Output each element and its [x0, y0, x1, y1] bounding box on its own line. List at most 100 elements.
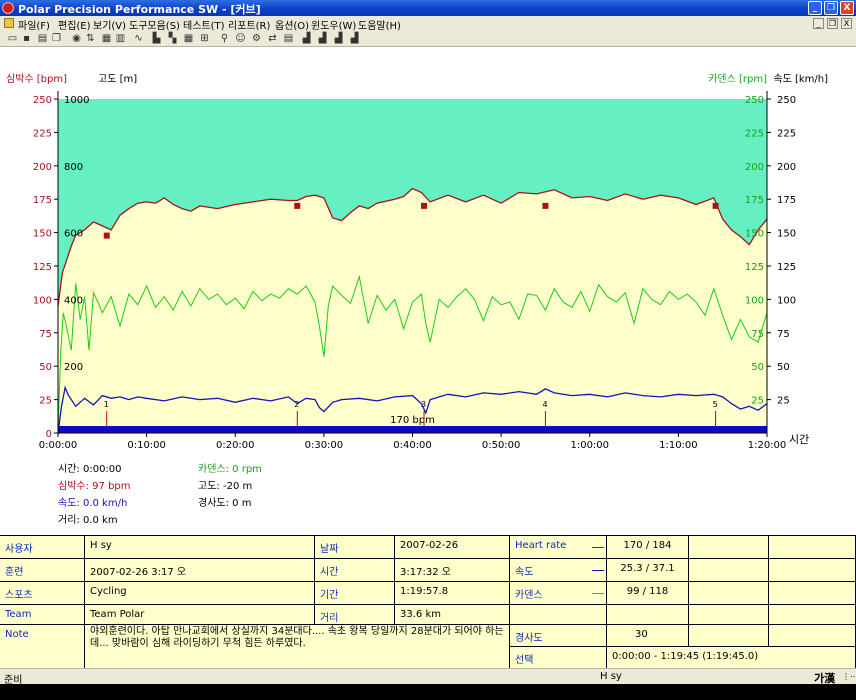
curve-icon[interactable]: ∿ [132, 33, 145, 45]
cadence-tick-label: 150 [745, 229, 764, 240]
start-time-label: 시간 [315, 559, 395, 582]
readout-time-value: 0:00:00 [82, 464, 122, 475]
readout-incline: 경사도: 0 m [198, 494, 251, 509]
x-tick-label: 0:10:00 [127, 440, 166, 451]
incline-label: 경사도 [510, 625, 607, 647]
exercise-info-table: 사용자 H sy 훈련 2007-02-26 3:17 오 스포츠 Cyclin… [0, 535, 856, 669]
menu-edit[interactable]: 편집(E) [58, 17, 91, 32]
report-year-icon[interactable]: ▟ [332, 33, 345, 45]
lap-marker [421, 202, 428, 209]
altitude-axis-title: 고도 [m] [98, 74, 137, 85]
x-tick-label: 0:40:00 [393, 440, 432, 451]
menu-help[interactable]: 도움말(H) [358, 17, 401, 32]
report-month-icon[interactable]: ▟ [316, 33, 329, 45]
hr-tick-labels: 0 25 50 75 100 125 150 175 200 225 250 [33, 95, 52, 440]
x-tick-label: 1:20:00 [748, 440, 787, 451]
grid-icon[interactable]: ▦ [182, 33, 195, 45]
readout-distance-label: 거리: [58, 515, 80, 526]
hr-tick-label: 250 [33, 95, 52, 106]
readout-incline-label: 경사도: [198, 498, 229, 509]
x-tick-labels: 0:00:00 0:10:00 0:20:00 0:30:00 0:40:00 0:50:… [39, 440, 787, 451]
search-icon[interactable]: ⚲ [218, 33, 231, 45]
window-title: Polar Precision Performance SW - [커브] [18, 3, 261, 16]
title-bar: Polar Precision Performance SW - [커브] _ … [0, 0, 856, 16]
menu-view[interactable]: 보기(V) [93, 17, 126, 32]
menu-window[interactable]: 윈도우(W) [311, 17, 356, 32]
cadence-tick-label: 175 [745, 195, 764, 206]
incline-value: 30 [607, 625, 689, 647]
readout-hr-value: 97 bpm [92, 481, 131, 492]
altitude-tick-label: 400 [64, 295, 83, 306]
empty-cell [689, 536, 769, 559]
cadence-tick-label: 250 [745, 95, 764, 106]
menu-toolbars[interactable]: 도구모음(S) [129, 17, 180, 32]
speed-tick-label: 250 [777, 95, 796, 106]
report-week-icon[interactable]: ▟ [300, 33, 313, 45]
zoom-icon[interactable]: ⊞ [198, 33, 211, 45]
report-icon[interactable]: ▤ [282, 33, 295, 45]
settings-icon[interactable]: ⚙ [250, 33, 263, 45]
readout-cadence: 카덴스: 0 rpm [198, 460, 262, 475]
mdi-restore-button[interactable]: ❐ [827, 18, 838, 29]
document-icon[interactable] [4, 18, 14, 28]
cadence-tick-label: 75 [751, 329, 764, 340]
note-text[interactable]: 야외훈련이다. 아탑 만나교회에서 상실까지 34분대다.... 속초 왕복 당… [85, 625, 510, 669]
x-tick-label: 0:30:00 [305, 440, 344, 451]
empty-cell [689, 605, 769, 625]
empty-cell [689, 582, 769, 605]
speed-tick-label: 75 [777, 329, 790, 340]
mdi-minimize-button[interactable]: _ [813, 18, 824, 29]
menu-report[interactable]: 리포트(R) [228, 17, 270, 32]
readout-cadence-value: 0 rpm [232, 464, 262, 475]
readout-hr-label: 심박수: [58, 481, 89, 492]
time-bar[interactable] [58, 426, 767, 433]
menu-bar: 파일(F) 편집(E) 보기(V) 도구모음(S) 테스트(T) 리포트(R) … [0, 16, 856, 32]
duration-label: 기간 [315, 582, 395, 605]
readout-altitude-value: -20 m [222, 481, 253, 492]
person-icon[interactable]: ☺ [234, 33, 247, 45]
restore-button[interactable]: ❐ [824, 1, 838, 15]
speed-axis-title: 속도 [km/h] [773, 73, 828, 85]
save-icon[interactable]: ▪ [20, 33, 33, 45]
copy-icon[interactable]: ❐ [50, 33, 63, 45]
x-tick-label: 0:20:00 [216, 440, 255, 451]
table-icon[interactable]: ▚ [166, 33, 179, 45]
readout-time-label: 시간: [58, 464, 80, 475]
empty-cell [769, 605, 856, 625]
sports-zones-icon[interactable]: ◉ [70, 33, 83, 45]
sport-label: 스포츠 [0, 582, 85, 605]
altitude-tick-label: 800 [64, 162, 83, 173]
menu-test[interactable]: 테스트(T) [183, 17, 225, 32]
curve-chart[interactable]: 심박수 [bpm] 고도 [m] 카덴스 [rpm] 속도 [km/h] 170… [0, 48, 856, 458]
ime-extra-icon[interactable]: ⋮⋯ [842, 672, 856, 681]
book-icon[interactable]: ▥ [114, 33, 127, 45]
open-icon[interactable]: ▭ [6, 33, 19, 45]
lap-number: 2 [294, 400, 299, 409]
menu-options[interactable]: 옵션(O) [275, 17, 309, 32]
hr-tick-label: 50 [39, 362, 52, 373]
cadence-tick-label: 50 [751, 362, 764, 373]
speed-tick-label: 50 [777, 362, 790, 373]
minimize-button[interactable]: _ [808, 1, 822, 15]
heart-rate-label: Heart rate [510, 536, 607, 559]
date-value: 2007-02-26 [395, 536, 510, 559]
hr-tick-label: 125 [33, 262, 52, 273]
cadence-tick-label: 200 [745, 162, 764, 173]
bar-chart-icon[interactable]: ▙ [150, 33, 163, 45]
x-tick-label: 1:00:00 [570, 440, 609, 451]
empty-cell [689, 559, 769, 582]
report-total-icon[interactable]: ▟ [348, 33, 361, 45]
calendar-icon[interactable]: ▦ [100, 33, 113, 45]
transfer-icon[interactable]: ⇅ [84, 33, 97, 45]
close-button[interactable]: X [840, 1, 854, 15]
menu-file[interactable]: 파일(F) [18, 17, 50, 32]
export-icon[interactable]: ⇄ [266, 33, 279, 45]
speed-tick-label: 225 [777, 128, 796, 139]
team-label: Team [0, 605, 85, 625]
mdi-close-button[interactable]: X [841, 18, 852, 29]
x-tick-label: 0:00:00 [39, 440, 78, 451]
readout-speed: 속도: 0.0 km/h [58, 494, 127, 509]
distance-label: 거리 [315, 605, 395, 625]
speed-tick-label: 100 [777, 295, 796, 306]
print-icon[interactable]: ▤ [36, 33, 49, 45]
